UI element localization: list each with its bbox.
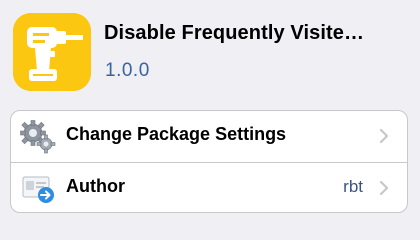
author-row[interactable]: Author rbt bbox=[11, 162, 407, 212]
row-label: Author bbox=[66, 176, 125, 196]
chevron-right-icon bbox=[379, 180, 389, 196]
row-label: Change Package Settings bbox=[66, 124, 287, 144]
change-package-settings-row[interactable]: Change Package Settings bbox=[11, 111, 407, 162]
drill-icon bbox=[13, 13, 91, 91]
gears-icon bbox=[19, 119, 57, 155]
contact-card-icon bbox=[19, 171, 57, 207]
package-version: 1.0.0 bbox=[105, 60, 150, 81]
package-actions-group: Change Package Settings Author rbt bbox=[10, 110, 408, 213]
author-value: rbt bbox=[343, 177, 363, 196]
package-title: Disable Frequently Visite… bbox=[104, 22, 365, 44]
package-header: Disable Frequently Visite… 1.0.0 bbox=[0, 0, 420, 100]
chevron-right-icon bbox=[379, 128, 389, 144]
